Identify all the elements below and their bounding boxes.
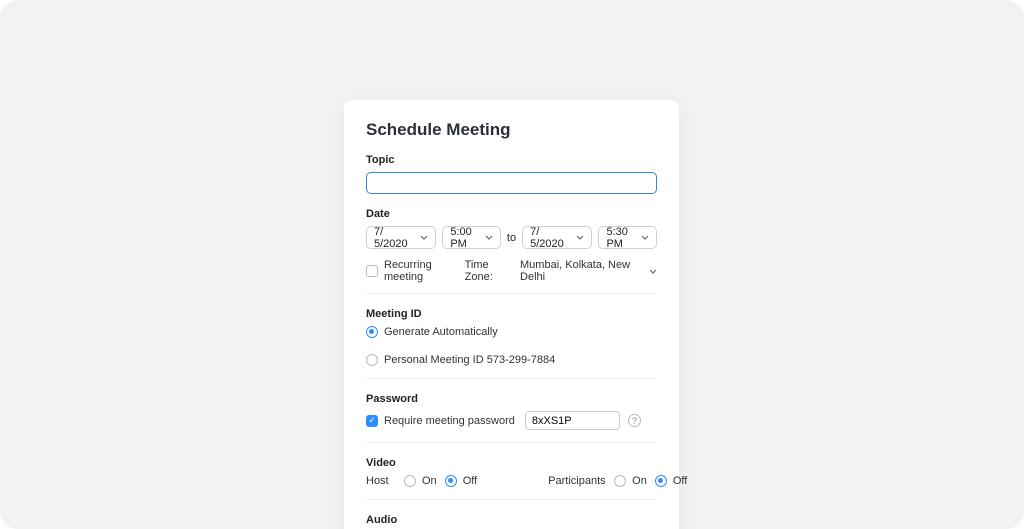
timezone-group: Time Zone: Mumbai, Kolkata, New Delhi (465, 259, 657, 283)
to-label: to (507, 232, 516, 244)
topic-label: Topic (366, 154, 657, 166)
end-time-select[interactable]: 5:30 PM (598, 226, 657, 249)
recurring-checkbox[interactable] (366, 265, 378, 277)
password-label: Password (366, 393, 657, 405)
password-row: Require meeting password ? (366, 411, 657, 430)
personal-id-label: Personal Meeting ID 573-299-7884 (384, 354, 555, 366)
end-date-value: 7/ 5/2020 (530, 226, 572, 250)
start-date-value: 7/ 5/2020 (374, 226, 416, 250)
start-date-select[interactable]: 7/ 5/2020 (366, 226, 436, 249)
end-time-value: 5:30 PM (606, 226, 637, 250)
page-background: Schedule Meeting Topic Date 7/ 5/2020 5:… (0, 0, 1024, 529)
participants-off-label: Off (673, 475, 687, 487)
require-password-checkbox[interactable] (366, 415, 378, 427)
host-on-option[interactable]: On (404, 475, 437, 487)
divider (366, 378, 657, 379)
video-row: Host On Off Participants On Off (366, 475, 657, 487)
host-off-label: Off (463, 475, 477, 487)
participants-off-option[interactable]: Off (655, 475, 687, 487)
chevron-down-icon (420, 235, 428, 240)
end-date-select[interactable]: 7/ 5/2020 (522, 226, 592, 249)
personal-id-option[interactable]: Personal Meeting ID 573-299-7884 (366, 354, 555, 366)
chevron-down-icon (485, 235, 493, 240)
participants-on-option[interactable]: On (614, 475, 647, 487)
recurring-label: Recurring meeting (384, 259, 465, 283)
timezone-select[interactable]: Mumbai, Kolkata, New Delhi (520, 259, 657, 283)
timezone-value: Mumbai, Kolkata, New Delhi (520, 259, 645, 283)
chevron-down-icon (576, 235, 584, 240)
radio-icon (366, 354, 378, 366)
divider (366, 442, 657, 443)
modal-title: Schedule Meeting (366, 120, 657, 140)
radio-icon (655, 475, 667, 487)
schedule-meeting-modal: Schedule Meeting Topic Date 7/ 5/2020 5:… (344, 100, 679, 529)
require-password-label: Require meeting password (384, 415, 515, 427)
timezone-label: Time Zone: (465, 259, 515, 283)
radio-icon (404, 475, 416, 487)
host-label: Host (366, 475, 396, 487)
start-time-select[interactable]: 5:00 PM (442, 226, 501, 249)
host-off-option[interactable]: Off (445, 475, 477, 487)
date-row: 7/ 5/2020 5:00 PM to 7/ 5/2020 5:30 PM (366, 226, 657, 249)
meeting-id-label: Meeting ID (366, 308, 657, 320)
video-label: Video (366, 457, 657, 469)
chevron-down-icon (649, 269, 657, 274)
recurring-row: Recurring meeting Time Zone: Mumbai, Kol… (366, 259, 657, 283)
radio-icon (445, 475, 457, 487)
generate-auto-option[interactable]: Generate Automatically (366, 326, 498, 338)
generate-auto-label: Generate Automatically (384, 326, 498, 338)
password-input[interactable] (525, 411, 620, 430)
help-icon[interactable]: ? (628, 414, 641, 427)
radio-icon (366, 326, 378, 338)
participants-on-label: On (632, 475, 647, 487)
meeting-id-row: Generate Automatically Personal Meeting … (366, 326, 657, 366)
divider (366, 293, 657, 294)
divider (366, 499, 657, 500)
audio-label: Audio (366, 514, 657, 526)
participants-label: Participants (548, 475, 606, 487)
recurring-group: Recurring meeting (366, 259, 465, 283)
radio-icon (614, 475, 626, 487)
date-label: Date (366, 208, 657, 220)
topic-input[interactable] (366, 172, 657, 194)
chevron-down-icon (641, 235, 649, 240)
start-time-value: 5:00 PM (450, 226, 481, 250)
host-on-label: On (422, 475, 437, 487)
